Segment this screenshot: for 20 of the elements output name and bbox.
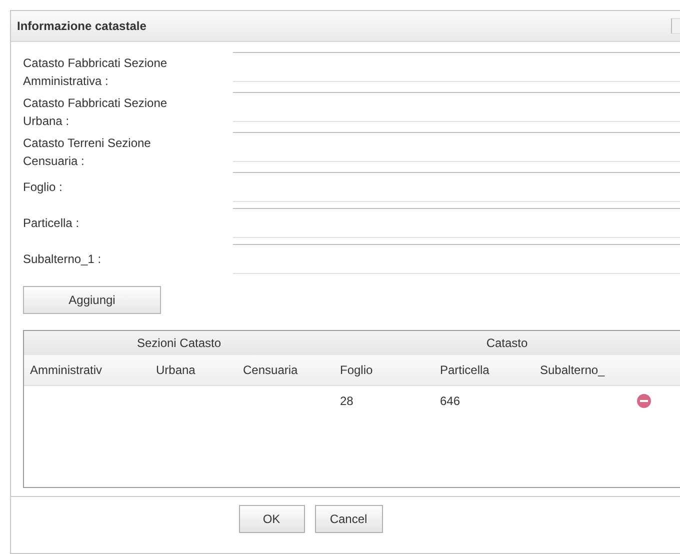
field-label: Catasto Fabbricati Sezione Amministrativa : (23, 55, 168, 90)
group-header: Sezioni Catasto (24, 331, 334, 355)
field-label: Subalterno_1 : (23, 251, 102, 268)
field-label: Catasto Fabbricati Sezione Urbana : (23, 95, 168, 130)
table-cell: 28 (340, 394, 354, 408)
field-label: Catasto Terreni Sezione Censuaria : (23, 135, 152, 170)
field-label: Particella : (23, 215, 80, 232)
column-header: Amministrativ (24, 355, 150, 386)
table-cell: 646 (440, 394, 460, 408)
cancel-button[interactable]: Cancel (314, 505, 382, 533)
column-header: Subalterno_ (534, 355, 630, 386)
column-header: Censuaria (237, 355, 334, 386)
group-header: Catasto (334, 331, 680, 355)
window-title: Informazione catastale (17, 19, 146, 33)
field-label: Foglio : (23, 179, 64, 196)
column-header: Urbana (150, 355, 237, 386)
column-header: Particella (434, 355, 534, 386)
add-button[interactable]: Aggiungi (23, 286, 161, 314)
column-header: Foglio (334, 355, 434, 386)
ok-button[interactable]: OK (238, 505, 304, 533)
